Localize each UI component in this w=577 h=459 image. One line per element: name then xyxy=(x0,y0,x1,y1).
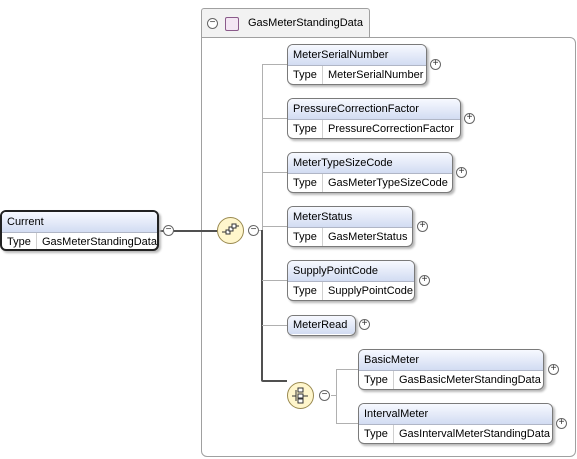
type-value: PressureCorrectionFactor xyxy=(328,123,454,135)
plus-icon[interactable]: + xyxy=(456,167,467,178)
element-pressure-correction-factor[interactable]: PressureCorrectionFactor Type PressureCor… xyxy=(287,98,461,139)
type-value: GasMeterTypeSizeCode xyxy=(328,177,448,189)
element-supply-point-code[interactable]: SupplyPointCode Type SupplyPointCode xyxy=(287,260,415,301)
type-label: Type xyxy=(359,425,394,443)
element-name: Current xyxy=(2,212,157,233)
plus-icon[interactable]: + xyxy=(359,319,370,330)
choice-vertical xyxy=(336,369,337,423)
plus-icon[interactable]: + xyxy=(464,113,475,124)
type-value: GasMeterStatus xyxy=(328,231,408,243)
branch-1 xyxy=(262,64,287,65)
element-name: MeterSerialNumber xyxy=(288,45,426,66)
minus-icon[interactable]: − xyxy=(207,18,218,29)
element-name: MeterStatus xyxy=(288,207,412,228)
element-name: MeterTypeSizeCode xyxy=(288,153,452,174)
branch-4 xyxy=(262,226,287,227)
choice-branch-2 xyxy=(336,423,358,424)
group-name: GasMeterStandingData xyxy=(248,17,363,29)
minus-icon[interactable]: − xyxy=(319,390,330,401)
element-meter-serial-number[interactable]: MeterSerialNumber Type MeterSerialNumber xyxy=(287,44,427,85)
minus-icon[interactable]: − xyxy=(163,225,174,236)
branch-5 xyxy=(262,280,287,281)
sequence-compositor-icon[interactable] xyxy=(217,217,244,244)
type-value: MeterSerialNumber xyxy=(328,69,424,81)
complex-type-icon xyxy=(225,17,239,31)
type-label: Type xyxy=(288,66,323,84)
element-basic-meter[interactable]: BasicMeter Type GasBasicMeterStandingData xyxy=(358,349,544,390)
minus-icon[interactable]: − xyxy=(248,225,259,236)
element-meter-type-size-code[interactable]: MeterTypeSizeCode Type GasMeterTypeSizeCo… xyxy=(287,152,453,193)
branch-3 xyxy=(262,172,287,173)
choice-compositor-icon[interactable] xyxy=(287,382,314,409)
type-label: Type xyxy=(288,282,323,300)
branch-2 xyxy=(262,118,287,119)
type-value: GasBasicMeterStandingData xyxy=(399,374,541,386)
type-label: Type xyxy=(288,174,323,192)
element-interval-meter[interactable]: IntervalMeter Type GasIntervalMeterStandi… xyxy=(358,403,553,444)
plus-icon[interactable]: + xyxy=(430,59,441,70)
seq-choice-connector xyxy=(261,380,287,382)
plus-icon[interactable]: + xyxy=(417,221,428,232)
element-meter-read[interactable]: MeterRead xyxy=(287,315,356,336)
type-value: GasMeterStandingData xyxy=(42,236,157,248)
branch-6 xyxy=(262,325,287,326)
type-label: Type xyxy=(2,233,37,249)
plus-icon[interactable]: + xyxy=(548,364,559,375)
element-name: PressureCorrectionFactor xyxy=(288,99,460,120)
plus-icon[interactable]: + xyxy=(556,418,567,429)
choice-branch-1 xyxy=(336,369,358,370)
group-tab: − GasMeterStandingData xyxy=(201,8,370,38)
type-value: SupplyPointCode xyxy=(328,285,414,297)
type-value: GasIntervalMeterStandingData xyxy=(399,428,551,440)
element-name: IntervalMeter xyxy=(359,404,552,425)
type-label: Type xyxy=(288,120,323,138)
element-name: MeterRead xyxy=(288,316,355,334)
type-label: Type xyxy=(359,371,394,389)
plus-icon[interactable]: + xyxy=(419,275,430,286)
element-name: BasicMeter xyxy=(359,350,543,371)
element-name: SupplyPointCode xyxy=(288,261,414,282)
seq-choice-vertical xyxy=(261,230,263,380)
element-meter-status[interactable]: MeterStatus Type GasMeterStatus xyxy=(287,206,413,247)
element-current[interactable]: Current Type GasMeterStandingData xyxy=(0,210,159,251)
type-label: Type xyxy=(288,228,323,246)
